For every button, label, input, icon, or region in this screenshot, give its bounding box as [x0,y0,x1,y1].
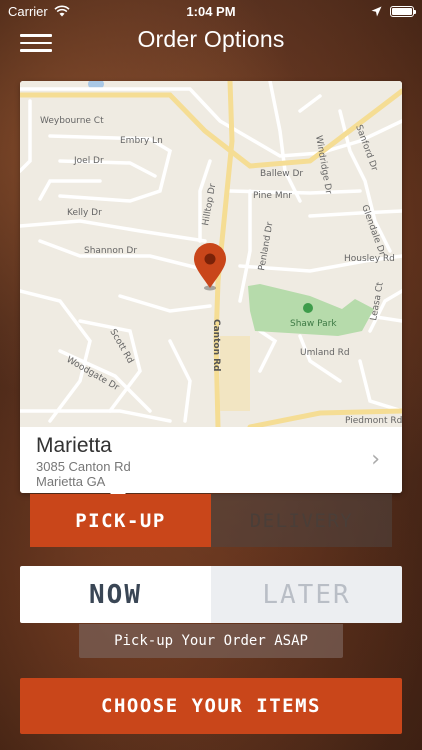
order-type-selector: PICK-UP DELIVERY [30,494,392,547]
svg-text:Housley Rd: Housley Rd [344,254,395,264]
carrier-label: Carrier [8,3,48,19]
status-bar: Carrier 1:04 PM [0,0,422,22]
park-icon [303,303,313,313]
svg-text:Joel Dr: Joel Dr [73,156,104,166]
location-card: Weybourne Ct Embry Ln Joel Dr Kelly Dr S… [20,81,402,501]
location-arrow-icon [371,6,382,16]
svg-text:Piedmont Rd: Piedmont Rd [345,416,402,426]
hamburger-icon[interactable] [20,34,52,52]
status-left: Carrier [8,4,70,19]
status-right [371,5,416,17]
battery-level [392,7,412,15]
location-address-line1: 3085 Canton Rd [36,459,131,474]
wifi-icon [54,5,70,17]
chevron-right-icon: › [371,447,380,472]
pickup-button[interactable]: PICK-UP [30,494,211,547]
location-row[interactable]: Marietta 3085 Canton Rd Marietta GA › [20,427,402,493]
svg-text:Embry Ln: Embry Ln [120,136,163,146]
page-title: Order Options [137,26,285,52]
now-button[interactable]: NOW [20,566,211,623]
choose-items-button[interactable]: CHOOSE YOUR ITEMS [20,678,402,734]
map[interactable]: Weybourne Ct Embry Ln Joel Dr Kelly Dr S… [20,81,402,427]
svg-text:Umland Rd: Umland Rd [300,348,350,358]
location-address-line2: Marietta GA [36,474,106,489]
svg-text:Shannon Dr: Shannon Dr [84,246,137,256]
map-graphic: Weybourne Ct Embry Ln Joel Dr Kelly Dr S… [20,81,402,427]
svg-text:Canton Rd: Canton Rd [211,319,221,371]
nav-bar: Order Options [0,22,422,62]
timing-message: Pick-up Your Order ASAP [79,624,343,658]
svg-text:Weybourne Ct: Weybourne Ct [40,116,104,126]
timing-selector: NOW LATER [20,566,402,623]
battery-icon [390,5,416,17]
svg-text:Ballew Dr: Ballew Dr [260,169,303,179]
svg-text:Shaw Park: Shaw Park [290,319,337,329]
svg-text:Kelly Dr: Kelly Dr [67,208,102,218]
delivery-button[interactable]: DELIVERY [211,494,392,547]
later-button[interactable]: LATER [211,566,402,623]
svg-text:Pine Mnr: Pine Mnr [253,191,292,201]
location-name: Marietta [36,434,112,457]
